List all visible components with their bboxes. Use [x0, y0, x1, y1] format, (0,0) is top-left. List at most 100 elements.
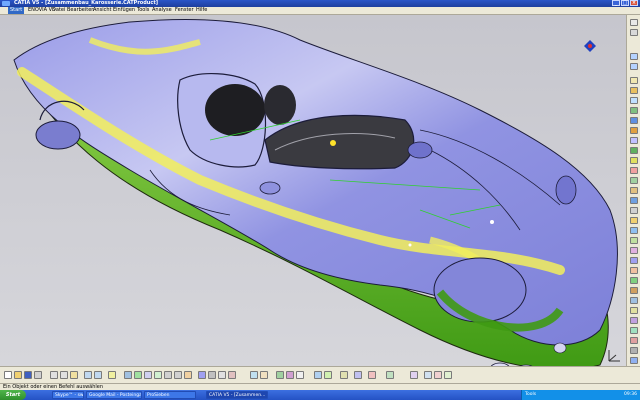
clash-icon[interactable] — [354, 371, 362, 379]
analysis-icon[interactable] — [260, 371, 268, 379]
menu-analyse[interactable]: Analyse — [152, 7, 172, 14]
surface-icon[interactable] — [314, 371, 322, 379]
window-title-bar: CATIA V5 - [Zusammenbau_Karosserie.CATPr… — [0, 0, 640, 7]
grid-icon[interactable] — [296, 371, 304, 379]
catia-app-icon[interactable] — [2, 1, 10, 6]
toolbar-icon-19[interactable] — [630, 217, 638, 224]
right-toolbar — [626, 15, 640, 366]
fly-mode-icon[interactable] — [124, 371, 132, 379]
toolbar-icon-33[interactable] — [630, 357, 638, 364]
curve-icon[interactable] — [324, 371, 332, 379]
menu-tools[interactable]: Tools — [137, 7, 149, 14]
iso-view-icon[interactable] — [198, 371, 206, 379]
toolbar-icon-20[interactable] — [630, 227, 638, 234]
task-google-mail[interactable]: Google Mail - Posteingan... — [86, 391, 142, 399]
toolbar-icon-6[interactable] — [630, 87, 638, 94]
minimize-button[interactable]: _ — [612, 0, 620, 6]
constraint-icon[interactable] — [286, 371, 294, 379]
sketch-icon[interactable] — [276, 371, 284, 379]
clock: 09:36 — [624, 392, 637, 397]
menu-bearbeiten[interactable]: Bearbeiten — [67, 7, 94, 14]
toolbar-icon-17[interactable] — [630, 197, 638, 204]
zoom-in-icon[interactable] — [164, 371, 172, 379]
compass-icon[interactable] — [584, 40, 596, 52]
toolbar-icon-32[interactable] — [630, 347, 638, 354]
fit-all-icon[interactable] — [134, 371, 142, 379]
toolbar-icon-28[interactable] — [630, 307, 638, 314]
axis-triad-icon — [606, 348, 622, 364]
task-prosieben[interactable]: ProSieben — [144, 391, 196, 399]
toolbar-icon-7[interactable] — [630, 97, 638, 104]
toolbar-icon-24[interactable] — [630, 267, 638, 274]
maximize-button[interactable]: □ — [621, 0, 629, 6]
menu-ansicht[interactable]: Ansicht — [93, 7, 111, 14]
formula-icon[interactable] — [444, 371, 452, 379]
toolbar-icon-23[interactable] — [630, 257, 638, 264]
toolbar-icon-5[interactable] — [630, 77, 638, 84]
menu-bar: Start ENOVIA V5 Datei Bearbeiten Ansicht… — [0, 7, 640, 15]
help-icon[interactable] — [108, 371, 116, 379]
toolbar-icon-30[interactable] — [630, 327, 638, 334]
toolbar-icon-1[interactable] — [630, 19, 638, 26]
undo-icon[interactable] — [84, 371, 92, 379]
section-icon[interactable] — [340, 371, 348, 379]
tray-tools-label[interactable]: Tools — [525, 390, 536, 400]
print-icon[interactable] — [34, 371, 42, 379]
windows-taskbar: Start Skype™ - switchFi Google Mail - Po… — [0, 390, 640, 400]
redo-icon[interactable] — [94, 371, 102, 379]
update-icon[interactable] — [434, 371, 442, 379]
toolbar-icon-10[interactable] — [630, 127, 638, 134]
toolbar-icon-9[interactable] — [630, 117, 638, 124]
toolbar-icon-8[interactable] — [630, 107, 638, 114]
toolbar-icon-18[interactable] — [630, 207, 638, 214]
toolbar-icon-2[interactable] — [630, 29, 638, 36]
toolbar-icon-29[interactable] — [630, 317, 638, 324]
toolbar-icon-27[interactable] — [630, 297, 638, 304]
menu-hilfe[interactable]: Hilfe — [196, 7, 207, 14]
start-button[interactable]: Start — [0, 390, 26, 400]
zoom-out-icon[interactable] — [174, 371, 182, 379]
car-body-model[interactable] — [0, 15, 626, 366]
window-controls: _ □ × — [612, 0, 638, 6]
render-icon[interactable] — [368, 371, 376, 379]
toolbar-icon-15[interactable] — [630, 177, 638, 184]
hide-show-icon[interactable] — [218, 371, 226, 379]
toolbar-icon-16[interactable] — [630, 187, 638, 194]
toolbar-icon-12[interactable] — [630, 147, 638, 154]
rotate-icon[interactable] — [154, 371, 162, 379]
toolbar-icon-25[interactable] — [630, 277, 638, 284]
compare-icon[interactable] — [410, 371, 418, 379]
swap-visible-icon[interactable] — [228, 371, 236, 379]
menu-fenster[interactable]: Fenster — [175, 7, 194, 14]
menu-datei[interactable]: Datei — [52, 7, 65, 14]
save-icon[interactable] — [24, 371, 32, 379]
toolbar-icon-22[interactable] — [630, 247, 638, 254]
toolbar-icon-3[interactable] — [630, 53, 638, 60]
task-catia[interactable]: CATIA V5 - [Zusammen... — [206, 391, 268, 399]
cut-icon[interactable] — [50, 371, 58, 379]
task-skype[interactable]: Skype™ - switchFi — [52, 391, 84, 399]
toolbar-icon-31[interactable] — [630, 337, 638, 344]
3d-viewport[interactable] — [0, 15, 626, 366]
copy-icon[interactable] — [60, 371, 68, 379]
toolbar-icon-11[interactable] — [630, 137, 638, 144]
close-button[interactable]: × — [630, 0, 638, 6]
new-file-icon[interactable] — [4, 371, 12, 379]
toolbar-icon-26[interactable] — [630, 287, 638, 294]
pan-icon[interactable] — [144, 371, 152, 379]
toolbar-icon-14[interactable] — [630, 167, 638, 174]
toolbar-icon-4[interactable] — [630, 63, 638, 70]
window-title: CATIA V5 - [Zusammenbau_Karosserie.CATPr… — [14, 0, 159, 6]
publish-icon[interactable] — [424, 371, 432, 379]
material-icon[interactable] — [386, 371, 394, 379]
measure-icon[interactable] — [250, 371, 258, 379]
menu-einfuegen[interactable]: Einfügen — [113, 7, 135, 14]
normal-view-icon[interactable] — [184, 371, 192, 379]
bottom-toolbar — [0, 366, 640, 384]
open-file-icon[interactable] — [14, 371, 22, 379]
paste-icon[interactable] — [70, 371, 78, 379]
menu-start[interactable]: Start — [8, 7, 25, 14]
toolbar-icon-21[interactable] — [630, 237, 638, 244]
toolbar-icon-13[interactable] — [630, 157, 638, 164]
shading-icon[interactable] — [208, 371, 216, 379]
